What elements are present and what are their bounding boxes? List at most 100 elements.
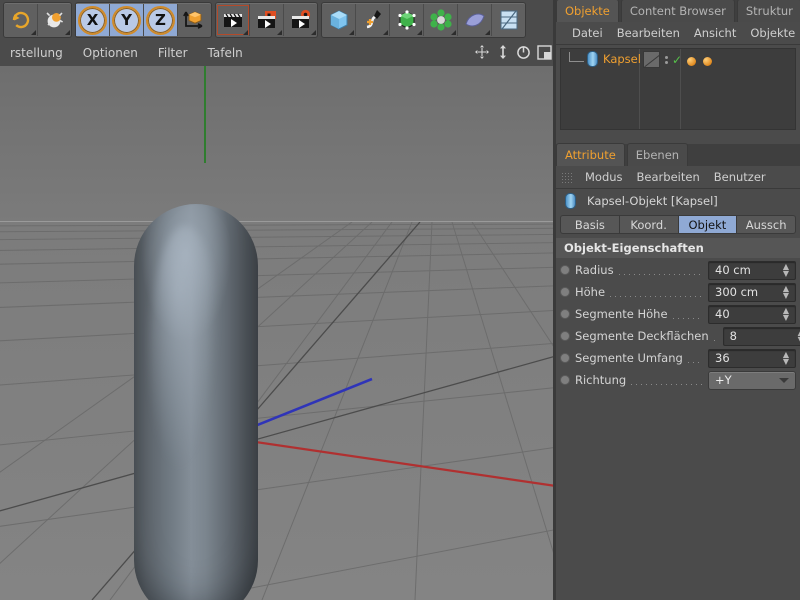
rotate-view-icon[interactable] xyxy=(516,45,531,64)
animate-bullet-icon[interactable] xyxy=(560,375,570,385)
property-row-segmente-hoehe: Segmente Höhe 40 ▲ ▼ xyxy=(560,304,796,324)
visibility-dots-icon[interactable] xyxy=(665,55,668,64)
leader-dots xyxy=(687,362,703,363)
array-object-icon[interactable] xyxy=(424,4,458,36)
zoom-view-icon[interactable] xyxy=(496,44,510,64)
menu-corner-icon xyxy=(417,30,422,35)
animate-bullet-icon[interactable] xyxy=(560,353,570,363)
attribute-manager-menu: Modus Bearbeiten Benutzer xyxy=(556,166,800,189)
segmente-deckflaechen-input[interactable]: 8 ▲▼ xyxy=(722,326,800,346)
segmente-hoehe-value: 40 xyxy=(715,307,730,321)
menu-corner-icon xyxy=(65,30,70,35)
tab-ebenen[interactable]: Ebenen xyxy=(626,143,689,166)
drag-grip-icon[interactable] xyxy=(561,171,574,183)
menu-tafeln[interactable]: Tafeln xyxy=(198,40,253,66)
axis-lock-group: X Y Z xyxy=(75,2,212,38)
render-region-icon[interactable] xyxy=(250,4,284,36)
menu-ansicht[interactable]: Ansicht xyxy=(687,26,743,40)
axis-x-button[interactable]: X xyxy=(76,4,110,36)
add-cube-icon[interactable] xyxy=(322,4,356,36)
spinner-arrows-icon[interactable]: ▲▼ xyxy=(795,329,800,344)
viewport-menubar: rstellung Optionen Filter Tafeln xyxy=(0,40,556,67)
property-label: Segmente Umfang xyxy=(575,351,683,365)
menu-corner-icon xyxy=(243,30,248,35)
menu-bearbeiten[interactable]: Bearbeiten xyxy=(610,26,687,40)
animate-bullet-icon[interactable] xyxy=(560,287,570,297)
spinner-arrows-icon[interactable]: ▲▼ xyxy=(780,263,795,278)
viewport-nav-icons xyxy=(474,44,552,64)
menu-datei[interactable]: Datei xyxy=(565,26,610,40)
property-row-radius: Radius 40 cm ▲ ▼ xyxy=(560,260,796,280)
tab-koord[interactable]: Koord. xyxy=(618,215,678,234)
capsule-object-icon xyxy=(565,192,576,209)
pan-view-icon[interactable] xyxy=(474,44,490,64)
menu-optionen[interactable]: Optionen xyxy=(73,40,148,66)
leader-dots xyxy=(610,296,703,297)
menu-corner-icon xyxy=(349,30,354,35)
add-spline-icon[interactable] xyxy=(356,4,390,36)
segmente-umfang-value: 36 xyxy=(715,351,730,365)
richtung-value: +Y xyxy=(715,373,732,387)
menu-benutzer[interactable]: Benutzer xyxy=(707,170,773,184)
menu-corner-icon xyxy=(383,30,388,35)
menu-corner-icon xyxy=(311,30,316,35)
toggle-layout-icon[interactable] xyxy=(537,44,552,64)
radius-input[interactable]: 40 cm ▲ ▼ xyxy=(708,260,796,280)
deformer-icon[interactable] xyxy=(458,4,492,36)
leader-dots xyxy=(618,274,703,275)
render-view-icon[interactable] xyxy=(216,4,250,36)
segmente-hoehe-input[interactable]: 40 ▲ ▼ xyxy=(708,304,796,324)
axis-x-label: X xyxy=(78,5,107,35)
richtung-dropdown[interactable]: +Y xyxy=(708,370,796,390)
object-list[interactable]: Kapsel ✓ xyxy=(560,48,796,130)
hoehe-input[interactable]: 300 cm ▲ ▼ xyxy=(708,282,796,302)
tab-basis[interactable]: Basis xyxy=(560,215,619,234)
property-label: Radius xyxy=(575,263,614,277)
animate-bullet-icon[interactable] xyxy=(560,265,570,275)
property-label: Höhe xyxy=(575,285,606,299)
nurbs-generator-icon[interactable] xyxy=(390,4,424,36)
create-group xyxy=(321,2,526,38)
material-sphere-icon[interactable] xyxy=(703,57,713,66)
property-label: Segmente Deckflächen xyxy=(575,329,709,343)
menu-bearbeiten[interactable]: Bearbeiten xyxy=(630,170,707,184)
property-row-hoehe: Höhe 300 cm ▲ ▼ xyxy=(560,282,796,302)
tab-attribute[interactable]: Attribute xyxy=(556,143,625,166)
visibility-tag-icon[interactable] xyxy=(643,51,660,68)
menu-objekte[interactable]: Objekte xyxy=(743,26,800,40)
enabled-check-icon[interactable]: ✓ xyxy=(672,53,682,67)
spinner-arrows-icon[interactable]: ▲▼ xyxy=(780,351,795,366)
axis-z-button[interactable]: Z xyxy=(144,4,178,36)
attribute-object-header: Kapsel-Objekt [Kapsel] xyxy=(556,189,800,212)
render-settings-icon[interactable] xyxy=(284,4,317,36)
world-object-axis-button[interactable] xyxy=(178,4,211,36)
segmente-umfang-input[interactable]: 36 ▲ ▼ xyxy=(708,348,796,368)
menu-corner-icon xyxy=(451,30,456,35)
tab-objekte[interactable]: Objekte xyxy=(556,0,619,22)
menu-darstellung[interactable]: rstellung xyxy=(0,40,73,66)
capsule-highlight xyxy=(150,226,220,476)
selection-tool-icon[interactable] xyxy=(38,4,71,36)
perspective-viewport[interactable] xyxy=(0,66,556,600)
tab-objekt[interactable]: Objekt xyxy=(677,215,737,234)
table-row[interactable]: Kapsel ✓ xyxy=(561,49,795,68)
animate-bullet-icon[interactable] xyxy=(560,309,570,319)
tab-struktur[interactable]: Struktur xyxy=(736,0,800,22)
attribute-tab-segments: Basis Koord. Objekt Aussch xyxy=(560,215,796,234)
property-label: Richtung xyxy=(575,373,627,387)
undo-group xyxy=(3,2,72,38)
menu-filter[interactable]: Filter xyxy=(148,40,198,66)
tab-content-browser[interactable]: Content Browser xyxy=(620,0,735,22)
tab-ausschnitt[interactable]: Aussch xyxy=(736,215,796,234)
axis-y-button[interactable]: Y xyxy=(110,4,144,36)
scene-object-icon[interactable] xyxy=(492,4,525,36)
menu-modus[interactable]: Modus xyxy=(578,170,630,184)
menu-corner-icon xyxy=(31,30,36,35)
property-row-segmente-deckflaechen: Segmente Deckflächen 8 ▲▼ xyxy=(560,326,800,346)
undo-icon[interactable] xyxy=(4,4,38,36)
capsule-object-icon xyxy=(587,50,598,67)
spinner-arrows-icon[interactable]: ▲▼ xyxy=(780,285,795,300)
animate-bullet-icon[interactable] xyxy=(560,331,570,341)
spinner-arrows-icon[interactable]: ▲▼ xyxy=(780,307,795,322)
material-sphere-icon[interactable] xyxy=(687,57,696,66)
